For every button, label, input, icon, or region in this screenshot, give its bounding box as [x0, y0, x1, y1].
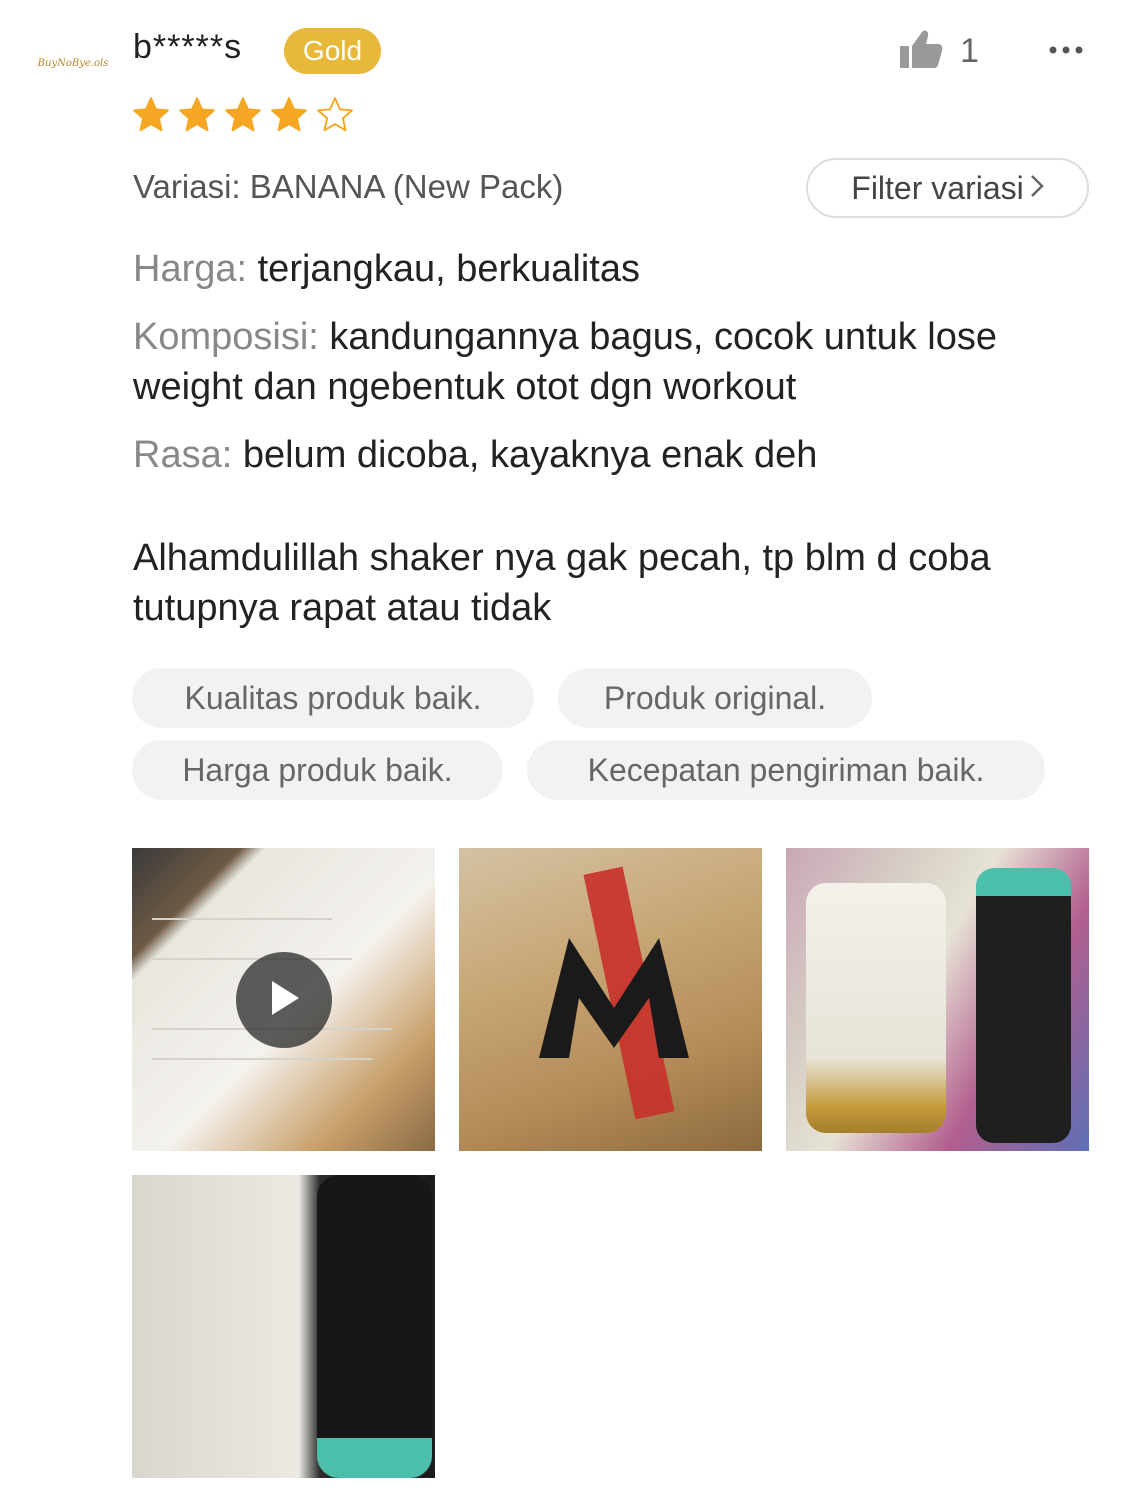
- filter-variant-label: Filter variasi: [851, 169, 1024, 206]
- review-tag: Produk original.: [558, 668, 872, 728]
- review-komposisi: Komposisi: kandungannya bagus, cocok unt…: [133, 312, 1073, 412]
- harga-key: Harga:: [133, 248, 248, 290]
- harga-value: terjangkau, berkualitas: [257, 248, 640, 290]
- review-video-thumbnail[interactable]: [132, 848, 435, 1151]
- reviewer-name: b*****s: [133, 28, 243, 66]
- avatar-logo-text: BuyNoBye.ols: [37, 57, 109, 69]
- review-tag: Kecepatan pengiriman baik.: [527, 740, 1045, 800]
- filter-variant-button[interactable]: Filter variasi: [806, 158, 1089, 218]
- star-empty-icon: [316, 96, 354, 134]
- like-count: 1: [960, 32, 979, 70]
- play-button[interactable]: [236, 952, 332, 1048]
- komposisi-key: Komposisi:: [133, 316, 319, 358]
- more-options-button[interactable]: [1046, 30, 1086, 70]
- like-button[interactable]: 1: [898, 28, 979, 75]
- review-photo[interactable]: [132, 1175, 435, 1478]
- shaker-bottle-graphic: [976, 868, 1071, 1143]
- review-photo[interactable]: [459, 848, 762, 1151]
- star-filled-icon: [224, 96, 262, 134]
- more-dots-icon: [1049, 41, 1083, 59]
- review-tag: Harga produk baik.: [132, 740, 503, 800]
- membership-badge: Gold: [284, 28, 381, 74]
- shaker-bottle-graphic: [317, 1175, 432, 1478]
- brand-logo-graphic: [539, 938, 689, 1058]
- rasa-key: Rasa:: [133, 434, 233, 476]
- star-filled-icon: [178, 96, 216, 134]
- rating-stars: [132, 96, 354, 134]
- variant-label: Variasi: BANANA (New Pack): [133, 168, 564, 205]
- star-filled-icon: [132, 96, 170, 134]
- star-filled-icon: [270, 96, 308, 134]
- chevron-right-icon: [1030, 174, 1044, 203]
- review-body: Alhamdulillah shaker nya gak pecah, tp b…: [133, 537, 991, 629]
- play-icon: [266, 978, 302, 1023]
- product-jar-graphic: [806, 883, 946, 1133]
- review-rasa: Rasa: belum dicoba, kayaknya enak deh: [133, 430, 1073, 480]
- avatar[interactable]: BuyNoBye.ols: [37, 40, 109, 86]
- thumbs-up-icon: [898, 28, 944, 75]
- review-photo[interactable]: [786, 848, 1089, 1151]
- review-tag: Kualitas produk baik.: [132, 668, 534, 728]
- rasa-value: belum dicoba, kayaknya enak deh: [242, 434, 818, 476]
- review-harga: Harga: terjangkau, berkualitas: [133, 244, 1073, 294]
